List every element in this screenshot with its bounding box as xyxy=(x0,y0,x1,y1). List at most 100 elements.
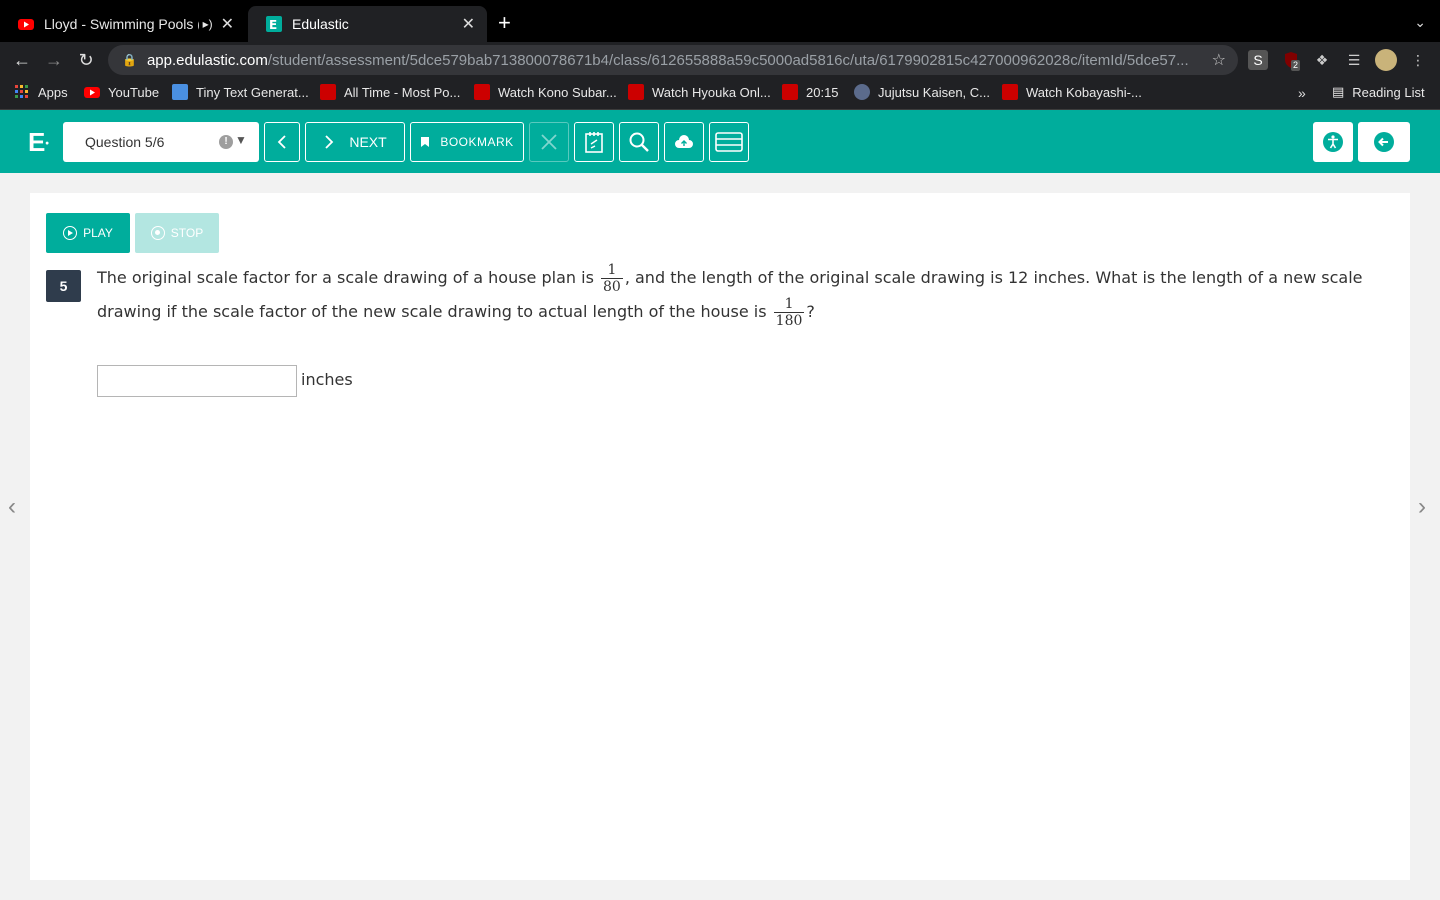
exit-icon xyxy=(1374,132,1394,152)
accessibility-icon xyxy=(1323,132,1343,152)
lock-icon: 🔒 xyxy=(122,53,137,67)
bookmark-apps[interactable]: Apps xyxy=(14,84,68,100)
next-button[interactable]: NEXT xyxy=(305,122,405,162)
fraction-1-numerator: 1 xyxy=(601,262,623,279)
tab-title: Edulastic xyxy=(292,16,349,32)
browser-tabstrip: Lloyd - Swimming Pools (R ▸) ✕ E Edulast… xyxy=(0,0,1440,42)
fraction-2-denominator: 180 xyxy=(775,313,803,329)
previous-button[interactable] xyxy=(264,122,300,162)
unit-label: inches xyxy=(301,370,353,389)
bookmark-label: Tiny Text Generat... xyxy=(196,84,309,100)
assessment-header: E• Question 5/6 ! ▼ NEXT BOOKMARK xyxy=(0,110,1440,173)
bookmark-icon xyxy=(421,137,430,147)
address-bar[interactable]: 🔒 app.edulastic.com /student/assessment/… xyxy=(108,45,1238,75)
apps-grid-icon xyxy=(15,85,28,98)
scratchpad-button[interactable] xyxy=(574,122,614,162)
fraction-1: 1 80 xyxy=(601,262,623,295)
edulastic-logo: E• xyxy=(28,127,49,157)
new-tab-icon[interactable]: + xyxy=(498,12,511,34)
anime-site-icon xyxy=(782,84,798,100)
bookmark-jujutsu-kaisen[interactable]: Jujutsu Kaisen, C... xyxy=(854,84,990,100)
bookmark-label: 20:15 xyxy=(806,84,839,100)
cloud-upload-icon xyxy=(675,135,693,148)
close-icon xyxy=(541,134,557,150)
logo-letter: E xyxy=(28,127,46,157)
anime-site-icon xyxy=(474,84,490,100)
speaker-icon[interactable]: ▸) xyxy=(203,17,213,31)
notepad-icon xyxy=(585,132,603,153)
question-selector[interactable]: Question 5/6 ! ▼ xyxy=(63,122,259,162)
media-queue-icon[interactable]: ☰ xyxy=(1344,50,1364,70)
anime-site-icon xyxy=(628,84,644,100)
play-icon xyxy=(63,226,78,240)
bookmark-all-time[interactable]: All Time - Most Po... xyxy=(320,84,460,100)
stop-label: STOP xyxy=(170,226,204,240)
exit-button[interactable] xyxy=(1358,122,1410,162)
reload-icon[interactable]: ↻ xyxy=(74,48,98,72)
close-tab-icon[interactable]: ✕ xyxy=(221,14,234,34)
question-selector-label: Question 5/6 xyxy=(85,134,165,150)
question-card: PLAY STOP 5 The original scale factor fo… xyxy=(30,193,1410,880)
bookmark-label: Jujutsu Kaisen, C... xyxy=(878,84,990,100)
bookmark-youtube[interactable]: YouTube xyxy=(84,84,159,100)
question-number-badge: 5 xyxy=(46,270,81,302)
reading-list[interactable]: ▤ Reading List xyxy=(1332,84,1425,100)
play-label: PLAY xyxy=(83,226,113,240)
edulastic-icon: E xyxy=(266,16,282,32)
accessibility-button[interactable] xyxy=(1313,122,1353,162)
reading-list-label: Reading List xyxy=(1352,84,1425,100)
url-path: /student/assessment/5dce579bab7138000786… xyxy=(267,51,1189,69)
crossout-tool-button[interactable] xyxy=(529,122,569,162)
more-bookmarks-icon[interactable]: » xyxy=(1298,85,1306,101)
url-host: app.edulastic.com xyxy=(146,51,268,69)
browser-tab-youtube[interactable]: Lloyd - Swimming Pools (R ▸) ✕ xyxy=(0,6,246,42)
bookmark-label: Watch Hyouka Onl... xyxy=(652,84,771,100)
answer-input[interactable] xyxy=(97,365,297,397)
chevron-down-icon: ▼ xyxy=(235,133,247,147)
bookmark-button[interactable]: BOOKMARK xyxy=(410,122,524,162)
fraction-2: 1 180 xyxy=(773,296,805,329)
menu-button[interactable] xyxy=(709,122,749,162)
puzzle-icon[interactable]: ❖ xyxy=(1312,50,1332,70)
kebab-menu-icon[interactable]: ⋮ xyxy=(1408,50,1428,70)
back-icon[interactable]: ← xyxy=(10,48,34,72)
stop-button[interactable]: STOP xyxy=(135,213,219,253)
question-text-part1: The original scale factor for a scale dr… xyxy=(97,268,594,287)
bookmark-tiny-text[interactable]: Tiny Text Generat... xyxy=(172,84,309,100)
chevron-down-icon[interactable]: ⌄ xyxy=(1414,14,1426,31)
bookmark-2015[interactable]: 20:15 xyxy=(782,84,839,100)
save-button[interactable] xyxy=(664,122,704,162)
star-icon[interactable]: ☆ xyxy=(1212,50,1226,70)
chevron-left-icon xyxy=(277,135,286,149)
forward-icon[interactable]: → xyxy=(42,48,66,72)
bookmark-label: Watch Kobayashi-... xyxy=(1026,84,1142,100)
play-button[interactable]: PLAY xyxy=(46,213,130,253)
extension-badge: 2 xyxy=(1291,60,1301,71)
bookmark-kobayashi[interactable]: Watch Kobayashi-... xyxy=(1002,84,1142,100)
bookmark-label: YouTube xyxy=(108,84,160,100)
chevron-right-icon xyxy=(325,135,334,149)
hamburger-icon xyxy=(715,132,743,152)
youtube-icon xyxy=(18,19,34,30)
browser-tab-edulastic[interactable]: E Edulastic ✕ xyxy=(248,6,487,42)
avatar[interactable] xyxy=(1375,49,1397,71)
jujutsu-icon xyxy=(854,84,870,100)
zoom-button[interactable] xyxy=(619,122,659,162)
chevron-right-icon[interactable]: › xyxy=(1418,493,1426,521)
tab-title: Lloyd - Swimming Pools (R xyxy=(44,16,199,32)
chevron-left-icon[interactable]: ‹ xyxy=(8,493,16,521)
fraction-1-denominator: 80 xyxy=(603,279,621,295)
bookmark-kono-subarashii[interactable]: Watch Kono Subar... xyxy=(474,84,617,100)
question-stem: The original scale factor for a scale dr… xyxy=(97,261,1387,329)
close-tab-icon[interactable]: ✕ xyxy=(462,14,475,34)
bookmark-label: BOOKMARK xyxy=(440,135,514,149)
stop-icon xyxy=(150,226,165,240)
ublock-icon[interactable]: 2 xyxy=(1281,50,1301,71)
search-icon xyxy=(629,132,649,152)
bookmark-hyouka[interactable]: Watch Hyouka Onl... xyxy=(628,84,771,100)
extension-s-icon[interactable]: S xyxy=(1248,50,1268,70)
bookmark-label: Watch Kono Subar... xyxy=(498,84,617,100)
svg-text:E: E xyxy=(269,18,277,32)
question-text-part3: ? xyxy=(806,302,815,321)
unanswered-warning-icon: ! xyxy=(219,135,233,149)
